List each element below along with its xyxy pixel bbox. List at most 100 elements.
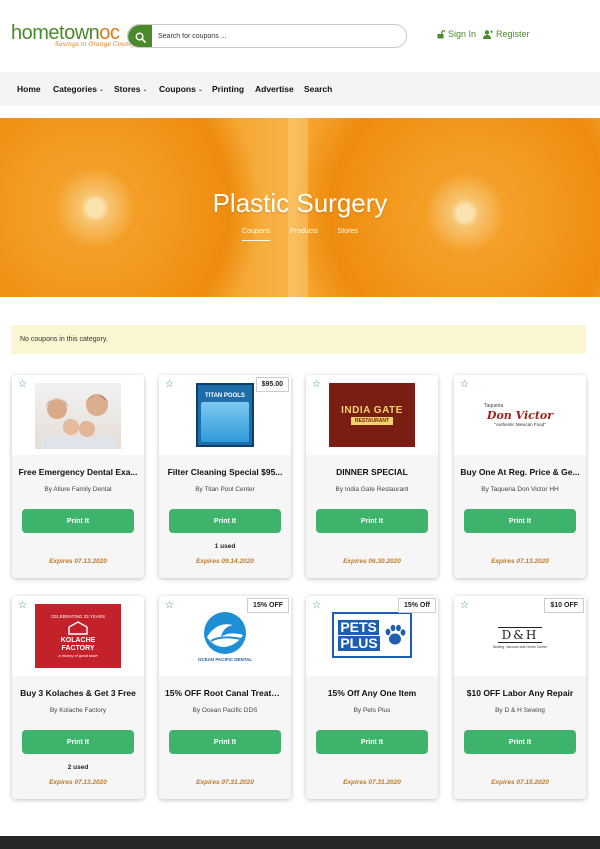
coupon-title[interactable]: 15% Off Any One Item — [312, 688, 432, 698]
favorite-star-icon[interactable]: ☆ — [18, 601, 27, 611]
kolache-logo-pre: CELEBRATING 33 YEARS — [50, 614, 106, 619]
chevron-down-icon: ⌄ — [197, 86, 203, 93]
favorite-star-icon[interactable]: ☆ — [460, 601, 469, 611]
coupon-store[interactable]: By Pets Plus — [310, 707, 434, 714]
coupon-card: INDIA GATE RESTAURANT ☆ DINNER SPECIAL B… — [306, 375, 438, 578]
search-input[interactable] — [158, 25, 398, 47]
print-button[interactable]: Print It — [316, 509, 428, 533]
coupon-title[interactable]: Free Emergency Dental Exa... — [18, 467, 138, 477]
pets-plus-logo-text: PETS — [338, 618, 379, 635]
kolache-logo-text: KOLACHE FACTORY — [60, 637, 96, 652]
favorite-star-icon[interactable]: ☆ — [165, 601, 174, 611]
coupon-image[interactable]: D&H Sewing, Vacuum and Home Center — [480, 618, 560, 658]
used-count: 2 used — [67, 764, 89, 771]
print-button[interactable]: Print It — [464, 730, 576, 754]
tab-coupons[interactable]: Coupons — [242, 228, 271, 241]
don-victor-logo-sub: "Authentic Mexican Food" — [494, 422, 546, 427]
category-hero: Plastic Surgery Coupons Products Stores — [0, 118, 600, 297]
coupon-expiry: Expires 07.15.2020 — [491, 779, 549, 786]
dh-sewing-logo-sub: Sewing, Vacuum and Home Center — [492, 645, 548, 649]
coupon-store[interactable]: By India Gate Restaurant — [310, 486, 434, 493]
coupon-title[interactable]: DINNER SPECIAL — [312, 467, 432, 477]
coupon-expiry: Expires 07.31.2020 — [196, 779, 254, 786]
nav-item-advertise[interactable]: Advertise — [255, 84, 294, 94]
card-media: TITAN POOLS ☆ $95.00 — [159, 375, 291, 455]
empty-category-alert: No coupons in this category. — [11, 325, 586, 354]
nav-item-home[interactable]: Home — [17, 84, 41, 94]
kolache-logo-sub: a history of good taste — [58, 653, 98, 658]
coupon-store[interactable]: By Taqueria Don Victor HH — [458, 486, 582, 493]
print-button[interactable]: Print It — [22, 730, 134, 754]
coupon-store[interactable]: By Ocean Pacific DDS — [163, 707, 287, 714]
nav-item-categories[interactable]: Categories ⌄ — [53, 84, 104, 94]
main-nav: Home Categories ⌄ Stores ⌄ Coupons ⌄ Printi… — [0, 72, 600, 106]
site-logo[interactable]: hometownoc Savings in Orange County — [11, 22, 135, 52]
nav-item-label: Home — [17, 84, 41, 94]
chevron-down-icon: ⌄ — [142, 86, 148, 93]
print-button[interactable]: Print It — [464, 509, 576, 533]
paw-print-icon — [385, 624, 406, 645]
nav-item-label: Printing — [212, 84, 245, 94]
coupon-title[interactable]: 15% OFF Root Canal Treatm... — [165, 688, 285, 698]
ocean-wave-icon — [204, 611, 246, 654]
coupon-store[interactable]: By Allure Family Dental — [16, 486, 140, 493]
coupon-store[interactable]: By Titan Pool Center — [163, 486, 287, 493]
coupon-expiry: Expires 07.31.2020 — [343, 779, 401, 786]
sign-in-link[interactable]: Sign In — [437, 29, 476, 39]
coupon-expiry: Expires 07.13.2020 — [49, 779, 107, 786]
coupon-store[interactable]: By Kolache Factory — [16, 707, 140, 714]
coupon-image[interactable]: OCEAN PACIFIC DENTAL — [181, 604, 269, 668]
discount-badge: $10 OFF — [544, 598, 584, 613]
favorite-star-icon[interactable]: ☆ — [312, 601, 321, 611]
nav-item-label: Coupons — [159, 84, 196, 94]
nav-item-coupons[interactable]: Coupons ⌄ — [159, 84, 203, 94]
add-user-icon — [483, 29, 493, 39]
tab-stores[interactable]: Stores — [338, 228, 358, 240]
card-media: CELEBRATING 33 YEARS KOLACHE FACTORY a h… — [12, 596, 144, 676]
favorite-star-icon[interactable]: ☆ — [312, 380, 321, 390]
coupon-image[interactable] — [35, 383, 121, 449]
card-media: D&H Sewing, Vacuum and Home Center ☆ $10… — [454, 596, 586, 676]
nav-item-stores[interactable]: Stores ⌄ — [114, 84, 148, 94]
nav-item-search[interactable]: Search — [304, 84, 332, 94]
coupon-image[interactable]: TITAN POOLS — [196, 383, 254, 447]
coupon-card: D&H Sewing, Vacuum and Home Center ☆ $10… — [454, 596, 586, 799]
favorite-star-icon[interactable]: ☆ — [460, 380, 469, 390]
coupon-expiry: Expires 07.13.2020 — [49, 558, 107, 565]
print-button[interactable]: Print It — [169, 509, 281, 533]
coupon-title[interactable]: Buy One At Reg. Price & Ge... — [460, 467, 580, 477]
dh-sewing-logo-text: D&H — [497, 627, 543, 643]
coupon-card: TITAN POOLS ☆ $95.00 Filter Cleaning Spe… — [159, 375, 291, 578]
coupon-store[interactable]: By D & H Sewing — [458, 707, 582, 714]
discount-badge: $95.00 — [255, 377, 289, 392]
print-button[interactable]: Print It — [169, 730, 281, 754]
hero-tabs: Coupons Products Stores — [0, 228, 600, 241]
nav-item-printing[interactable]: Printing — [212, 84, 244, 94]
search-bar — [127, 24, 407, 48]
print-button[interactable]: Print It — [316, 730, 428, 754]
register-link[interactable]: Register — [483, 29, 530, 39]
coupon-title[interactable]: $10 OFF Labor Any Repair — [460, 688, 580, 698]
coupon-title[interactable]: Buy 3 Kolaches & Get 3 Free — [18, 688, 138, 698]
coupon-expiry: Expires 07.13.2020 — [491, 558, 549, 565]
coupon-expiry: Expires 06.30.2020 — [343, 558, 401, 565]
search-button[interactable] — [128, 25, 152, 47]
favorite-star-icon[interactable]: ☆ — [165, 380, 174, 390]
register-label: Register — [496, 29, 530, 39]
coupon-title[interactable]: Filter Cleaning Special $95... — [165, 467, 285, 477]
coupon-image[interactable]: Taqueria Don Victor "Authentic Mexican F… — [472, 383, 568, 447]
coupon-image[interactable]: CELEBRATING 33 YEARS KOLACHE FACTORY a h… — [35, 604, 121, 668]
tab-products[interactable]: Products — [290, 228, 318, 240]
family-photo-icon — [41, 394, 115, 449]
coupon-card: ☆ Free Emergency Dental Exa... By Allure… — [12, 375, 144, 578]
unlock-icon — [437, 29, 445, 38]
coupon-image[interactable]: PETS PLUS — [332, 612, 412, 658]
favorite-star-icon[interactable]: ☆ — [18, 380, 27, 390]
coupon-card: PETS PLUS ☆ 15% Off 15% Off Any One Item… — [306, 596, 438, 799]
pool-photo — [201, 401, 249, 442]
coupon-image[interactable]: INDIA GATE RESTAURANT — [329, 383, 415, 447]
chevron-down-icon: ⌄ — [98, 86, 104, 93]
print-button[interactable]: Print It — [22, 509, 134, 533]
india-gate-logo-sub: RESTAURANT — [350, 417, 394, 425]
search-icon — [135, 32, 146, 43]
